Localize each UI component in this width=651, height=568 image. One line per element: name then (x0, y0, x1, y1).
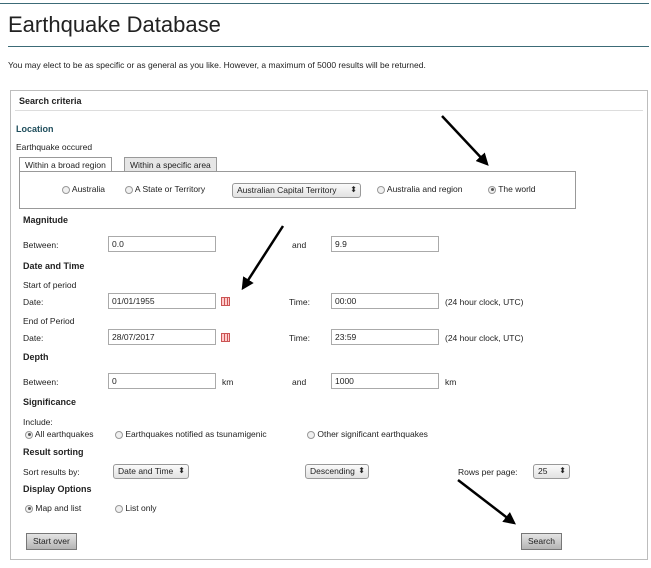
panel-title-rule (15, 110, 643, 111)
radio-australia-region-label: Australia and region (386, 184, 463, 194)
sort-order-value: Descending (310, 466, 355, 476)
start-time-input[interactable]: 00:00 (331, 293, 439, 309)
radio-checked-icon (25, 504, 33, 513)
rows-per-page-label: Rows per page: (458, 467, 518, 477)
start-time-label: Time: (289, 297, 310, 307)
location-heading: Location (16, 124, 54, 134)
end-time-label: Time: (289, 333, 310, 343)
radio-checked-icon (25, 430, 33, 439)
radio-state-territory[interactable]: A State or Territory (125, 184, 205, 194)
sort-order-select[interactable]: Descending (305, 464, 369, 479)
radio-icon (115, 504, 123, 513)
radio-map-and-list[interactable]: Map and list (25, 503, 81, 513)
search-button[interactable]: Search (521, 533, 562, 550)
display-heading: Display Options (23, 484, 92, 494)
datetime-heading: Date and Time (23, 261, 85, 271)
calendar-icon[interactable] (221, 297, 230, 306)
sort-by-value: Date and Time (118, 466, 174, 476)
state-select[interactable]: Australian Capital Territory (232, 183, 361, 198)
region-options-box: Australia A State or Territory Australia… (19, 171, 576, 209)
magnitude-and-label: and (292, 240, 307, 250)
intro-text: You may elect to be as specific or as ge… (8, 60, 426, 70)
radio-world-label: The world (498, 184, 536, 194)
significance-heading: Significance (23, 397, 77, 407)
radio-other-significant[interactable]: Other significant earthquakes (307, 429, 428, 439)
start-time-hint: (24 hour clock, UTC) (445, 297, 524, 307)
magnitude-heading: Magnitude (23, 215, 68, 225)
radio-icon (377, 185, 385, 194)
depth-max-input[interactable]: 1000 (331, 373, 439, 389)
radio-all-earthquakes[interactable]: All earthquakes (25, 429, 94, 439)
rows-per-page-select[interactable]: 25 (533, 464, 570, 479)
end-date-input[interactable]: 28/07/2017 (108, 329, 216, 345)
start-date-input[interactable]: 01/01/1955 (108, 293, 216, 309)
radio-list-only[interactable]: List only (115, 503, 157, 513)
magnitude-max-input[interactable]: 9.9 (331, 236, 439, 252)
start-over-button[interactable]: Start over (26, 533, 77, 550)
radio-checked-icon (488, 185, 496, 194)
depth-min-unit: km (222, 377, 234, 387)
radio-australia-region[interactable]: Australia and region (377, 184, 463, 194)
calendar-icon[interactable] (221, 333, 230, 342)
sorting-heading: Result sorting (23, 447, 84, 457)
radio-other-label: Other significant earthquakes (317, 429, 428, 439)
top-rule (0, 3, 649, 4)
radio-all-label: All earthquakes (34, 429, 94, 439)
start-period-label: Start of period (23, 280, 77, 290)
depth-heading: Depth (23, 352, 49, 362)
end-period-label: End of Period (23, 316, 75, 326)
radio-tsunamigenic[interactable]: Earthquakes notified as tsunamigenic (115, 429, 267, 439)
end-time-input[interactable]: 23:59 (331, 329, 439, 345)
radio-icon (62, 185, 70, 194)
end-time-hint: (24 hour clock, UTC) (445, 333, 524, 343)
depth-max-unit: km (445, 377, 457, 387)
start-date-label: Date: (23, 297, 44, 307)
end-date-label: Date: (23, 333, 44, 343)
radio-the-world[interactable]: The world (488, 184, 536, 194)
radio-icon (307, 430, 315, 439)
radio-list-only-label: List only (125, 503, 157, 513)
state-select-value: Australian Capital Territory (237, 185, 337, 195)
title-rule (8, 46, 649, 47)
radio-icon (115, 430, 123, 439)
rows-per-page-value: 25 (538, 466, 548, 476)
search-criteria-panel: Search criteria Location Earthquake occu… (10, 90, 648, 560)
radio-icon (125, 185, 133, 194)
sort-by-label: Sort results by: (23, 467, 80, 477)
page-title: Earthquake Database (8, 12, 221, 37)
radio-australia[interactable]: Australia (62, 184, 105, 194)
magnitude-min-input[interactable]: 0.0 (108, 236, 216, 252)
sort-by-select[interactable]: Date and Time (113, 464, 189, 479)
radio-map-list-label: Map and list (35, 503, 82, 513)
radio-tsunamigenic-label: Earthquakes notified as tsunamigenic (125, 429, 267, 439)
include-label: Include: (23, 417, 53, 427)
tab-broad-region[interactable]: Within a broad region (19, 157, 112, 172)
depth-and-label: and (292, 377, 307, 387)
occurred-label: Earthquake occured (16, 142, 93, 152)
panel-title: Search criteria (19, 96, 82, 106)
magnitude-between-label: Between: (23, 240, 59, 250)
radio-australia-label: Australia (71, 184, 105, 194)
tab-specific-area[interactable]: Within a specific area (124, 157, 217, 172)
depth-between-label: Between: (23, 377, 59, 387)
depth-min-input[interactable]: 0 (108, 373, 216, 389)
radio-state-label: A State or Territory (134, 184, 206, 194)
